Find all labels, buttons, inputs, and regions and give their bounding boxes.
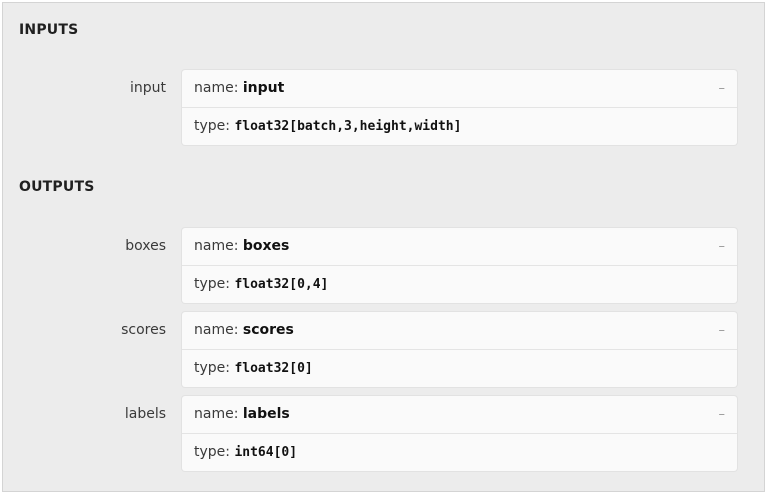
name-line: name: boxes – <box>182 228 737 265</box>
type-key: type: <box>194 118 230 134</box>
name-value: input <box>242 80 285 96</box>
input-label: input <box>129 80 166 96</box>
name-line: name: input – <box>182 70 737 107</box>
output-card: name: labels – type: int64[0] <box>182 396 737 471</box>
name-key: name: <box>194 238 239 254</box>
type-key: type: <box>194 360 230 376</box>
output-card: name: boxes – type: float32[0,4] <box>182 228 737 303</box>
output-label: labels <box>124 406 166 422</box>
collapse-toggle[interactable]: – <box>719 312 726 349</box>
inputs-section-title: INPUTS <box>19 22 79 38</box>
name-value: labels <box>242 406 290 422</box>
name-key: name: <box>194 322 239 338</box>
input-card: name: input – type: float32[batch,3,heig… <box>182 70 737 145</box>
output-card: name: scores – type: float32[0] <box>182 312 737 387</box>
output-label: boxes <box>125 238 166 254</box>
type-line: type: float32[batch,3,height,width] <box>182 107 737 145</box>
properties-panel: INPUTS input name: input – type: float32… <box>2 2 765 492</box>
type-line: type: int64[0] <box>182 433 737 471</box>
type-value: int64[0] <box>234 445 298 460</box>
type-value: float32[0] <box>234 361 313 376</box>
outputs-section-title: OUTPUTS <box>19 179 95 195</box>
collapse-toggle[interactable]: – <box>719 70 726 107</box>
name-line: name: scores – <box>182 312 737 349</box>
name-value: scores <box>242 322 294 338</box>
type-line: type: float32[0] <box>182 349 737 387</box>
type-value: float32[0,4] <box>234 277 329 292</box>
type-key: type: <box>194 444 230 460</box>
type-line: type: float32[0,4] <box>182 265 737 303</box>
name-value: boxes <box>242 238 290 254</box>
name-key: name: <box>194 80 239 96</box>
name-line: name: labels – <box>182 396 737 433</box>
name-key: name: <box>194 406 239 422</box>
collapse-toggle[interactable]: – <box>719 396 726 433</box>
type-value: float32[batch,3,height,width] <box>234 119 462 134</box>
type-key: type: <box>194 276 230 292</box>
collapse-toggle[interactable]: – <box>719 228 726 265</box>
output-label: scores <box>121 322 166 338</box>
